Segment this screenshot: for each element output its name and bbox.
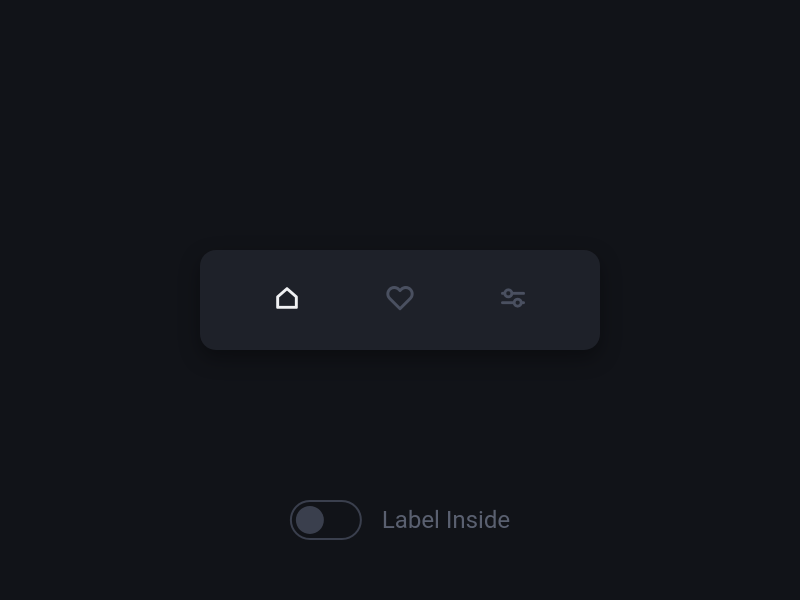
switch-row: Label Inside bbox=[290, 500, 510, 540]
sliders-icon bbox=[499, 284, 527, 316]
nav-item-home[interactable] bbox=[257, 270, 317, 330]
nav-item-favorites[interactable] bbox=[370, 270, 430, 330]
heart-icon bbox=[386, 284, 414, 316]
switch-knob bbox=[296, 506, 324, 534]
switch-label: Label Inside bbox=[382, 506, 510, 534]
nav-bar bbox=[200, 250, 600, 350]
nav-item-settings[interactable] bbox=[483, 270, 543, 330]
label-inside-switch[interactable] bbox=[290, 500, 362, 540]
home-icon bbox=[273, 284, 301, 316]
